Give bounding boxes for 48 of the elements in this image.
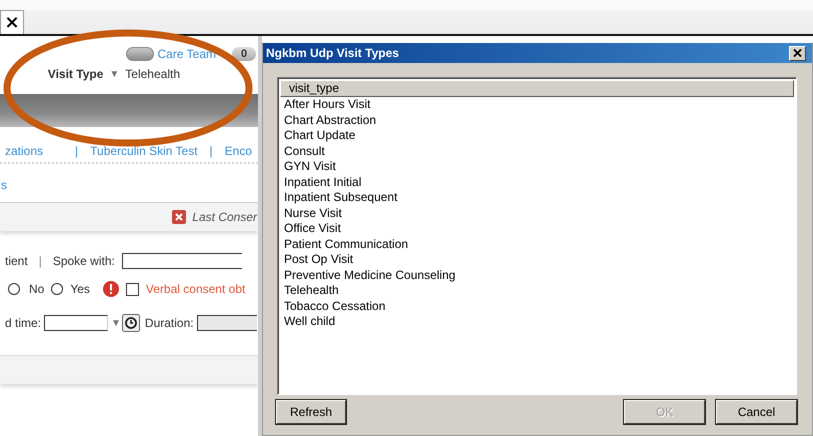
visit-type-label: Visit Type: [48, 67, 104, 81]
field-separator: |: [38, 254, 42, 268]
duration-label: Duration:: [144, 316, 194, 330]
list-item[interactable]: Nurse Visit: [280, 206, 794, 221]
list-item[interactable]: GYN Visit: [280, 159, 794, 174]
visit-type-value: Telehealth: [125, 67, 180, 81]
checkbox[interactable]: [126, 282, 139, 296]
duration-field[interactable]: [196, 315, 257, 331]
time-field[interactable]: [44, 315, 108, 331]
care-team-toggle[interactable]: [126, 47, 154, 61]
column-header[interactable]: visit_type: [280, 80, 794, 97]
spoke-with-label: Spoke with:: [52, 254, 115, 268]
link-separator: |: [75, 144, 78, 158]
contact-label: tient: [5, 254, 28, 268]
link-separator: |: [210, 144, 213, 158]
count-badge: 0: [232, 47, 256, 61]
list-item[interactable]: Inpatient Subsequent: [280, 190, 794, 206]
radio-label: No: [29, 282, 44, 296]
verbal-consent-label: Verbal consent obt: [146, 282, 246, 296]
dropdown-caret[interactable]: ▼: [111, 318, 121, 328]
close-tab[interactable]: ×: [0, 10, 24, 34]
list-item[interactable]: Inpatient Initial: [280, 174, 794, 190]
list-item[interactable]: Consult: [280, 144, 794, 159]
radio-label: Yes: [70, 282, 90, 296]
list-item[interactable]: Chart Abstraction: [280, 112, 794, 128]
banner-text: Last Conser: [192, 210, 257, 224]
close-button[interactable]: [789, 46, 806, 60]
warning-icon: [102, 281, 119, 297]
dialog-button[interactable]: Cancel: [716, 400, 797, 424]
time-label: d time:: [5, 316, 42, 330]
list-item[interactable]: Patient Communication: [280, 236, 794, 252]
dialog-title: Ngkbm Udp Visit Types: [266, 46, 399, 60]
list-item[interactable]: Tobacco Cessation: [280, 298, 794, 314]
list-item[interactable]: Telehealth: [280, 283, 794, 298]
list-item[interactable]: Well child: [280, 314, 794, 330]
list-item[interactable]: Office Visit: [280, 221, 794, 236]
list-item[interactable]: Post Op Visit: [280, 252, 794, 268]
clock-icon[interactable]: [122, 314, 140, 332]
dropdown-caret[interactable]: ▼: [109, 68, 120, 80]
list-item[interactable]: Preventive Medicine Counseling: [280, 268, 794, 283]
list-item[interactable]: After Hours Visit: [280, 97, 794, 112]
dialog-button[interactable]: Refresh: [276, 400, 346, 424]
error-icon: [172, 210, 186, 224]
list-item[interactable]: Chart Update: [280, 128, 794, 144]
radio-button[interactable]: [8, 283, 20, 295]
radio-button[interactable]: [51, 283, 64, 295]
spoke-with-field[interactable]: [122, 253, 242, 269]
close-icon: [793, 49, 802, 57]
